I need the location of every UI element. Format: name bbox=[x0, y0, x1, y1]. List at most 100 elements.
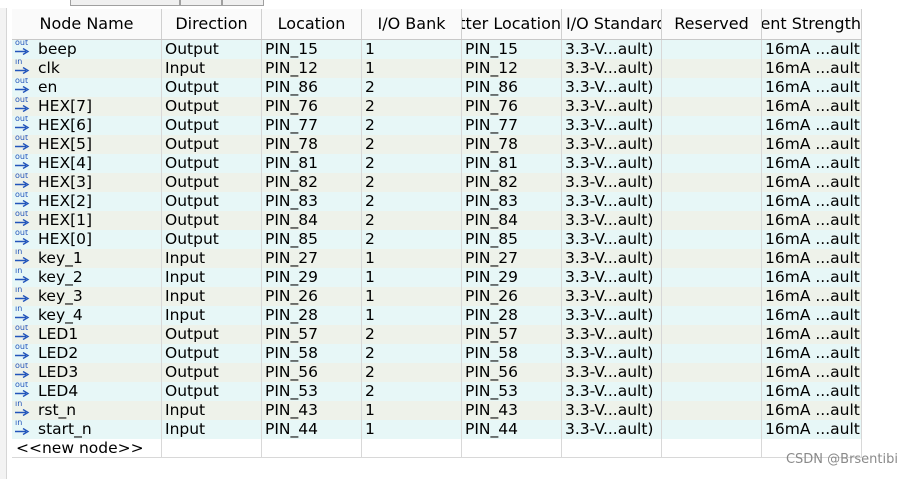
cell-reserved[interactable] bbox=[662, 154, 762, 173]
cell-reserved[interactable] bbox=[662, 135, 762, 154]
cell-direction[interactable]: Input bbox=[162, 249, 262, 268]
new-node-cell[interactable] bbox=[362, 439, 462, 458]
cell-node-name[interactable]: out LED4 bbox=[12, 382, 162, 401]
cell-fitter-location[interactable]: PIN_29 bbox=[462, 268, 562, 287]
cell-fitter-location[interactable]: PIN_44 bbox=[462, 420, 562, 439]
cell-io-bank[interactable]: 2 bbox=[362, 382, 462, 401]
cell-current-strength[interactable]: 16mA ...ault) bbox=[762, 344, 862, 363]
cell-io-standard[interactable]: 3.3-V...ault) bbox=[562, 116, 662, 135]
cell-current-strength[interactable]: 16mA ...ault) bbox=[762, 401, 862, 420]
table-row[interactable]: out beep Output PIN_15 1 PIN_15 3.3-V...ault) 1… bbox=[12, 40, 862, 59]
cell-reserved[interactable] bbox=[662, 116, 762, 135]
cell-io-standard[interactable]: 3.3-V...ault) bbox=[562, 59, 662, 78]
cell-location[interactable]: PIN_28 bbox=[262, 306, 362, 325]
cell-reserved[interactable] bbox=[662, 173, 762, 192]
table-row[interactable]: out LED1 Output PIN_57 2 PIN_57 3.3-V...ault) 1… bbox=[12, 325, 862, 344]
cell-current-strength[interactable]: 16mA ...ault) bbox=[762, 363, 862, 382]
top-tab[interactable] bbox=[222, 0, 264, 6]
cell-node-name[interactable]: out HEX[6] bbox=[12, 116, 162, 135]
cell-reserved[interactable] bbox=[662, 40, 762, 59]
cell-reserved[interactable] bbox=[662, 306, 762, 325]
cell-io-bank[interactable]: 2 bbox=[362, 154, 462, 173]
header-location[interactable]: Location bbox=[262, 9, 362, 39]
cell-fitter-location[interactable]: PIN_26 bbox=[462, 287, 562, 306]
cell-io-standard[interactable]: 3.3-V...ault) bbox=[562, 211, 662, 230]
cell-direction[interactable]: Output bbox=[162, 344, 262, 363]
cell-current-strength[interactable]: 16mA ...ault) bbox=[762, 192, 862, 211]
header-current-strength[interactable]: Current Strength bbox=[762, 9, 862, 39]
cell-io-bank[interactable]: 2 bbox=[362, 173, 462, 192]
cell-fitter-location[interactable]: PIN_78 bbox=[462, 135, 562, 154]
cell-current-strength[interactable]: 16mA ...ault) bbox=[762, 287, 862, 306]
cell-reserved[interactable] bbox=[662, 230, 762, 249]
table-row[interactable]: in key_2 Input PIN_29 1 PIN_29 3.3-V...ault) 16… bbox=[12, 268, 862, 287]
cell-direction[interactable]: Output bbox=[162, 382, 262, 401]
cell-location[interactable]: PIN_82 bbox=[262, 173, 362, 192]
top-tab[interactable] bbox=[180, 0, 222, 6]
table-row[interactable]: out HEX[5] Output PIN_78 2 PIN_78 3.3-V...ault… bbox=[12, 135, 862, 154]
cell-node-name[interactable]: out beep bbox=[12, 40, 162, 59]
table-row[interactable]: out LED4 Output PIN_53 2 PIN_53 3.3-V...ault) 1… bbox=[12, 382, 862, 401]
cell-io-bank[interactable]: 1 bbox=[362, 401, 462, 420]
cell-current-strength[interactable]: 16mA ...ault) bbox=[762, 325, 862, 344]
cell-node-name[interactable]: out en bbox=[12, 78, 162, 97]
cell-fitter-location[interactable]: PIN_12 bbox=[462, 59, 562, 78]
cell-node-name[interactable]: in rst_n bbox=[12, 401, 162, 420]
cell-current-strength[interactable]: 16mA ...ault) bbox=[762, 306, 862, 325]
cell-direction[interactable]: Output bbox=[162, 97, 262, 116]
cell-node-name[interactable]: in key_4 bbox=[12, 306, 162, 325]
cell-fitter-location[interactable]: PIN_86 bbox=[462, 78, 562, 97]
cell-location[interactable]: PIN_43 bbox=[262, 401, 362, 420]
cell-fitter-location[interactable]: PIN_43 bbox=[462, 401, 562, 420]
top-tab[interactable] bbox=[70, 0, 180, 6]
cell-io-standard[interactable]: 3.3-V...ault) bbox=[562, 40, 662, 59]
cell-location[interactable]: PIN_78 bbox=[262, 135, 362, 154]
cell-direction[interactable]: Output bbox=[162, 325, 262, 344]
cell-io-bank[interactable]: 1 bbox=[362, 420, 462, 439]
table-row[interactable]: out HEX[6] Output PIN_77 2 PIN_77 3.3-V...ault… bbox=[12, 116, 862, 135]
cell-fitter-location[interactable]: PIN_81 bbox=[462, 154, 562, 173]
cell-node-name[interactable]: out HEX[1] bbox=[12, 211, 162, 230]
cell-io-standard[interactable]: 3.3-V...ault) bbox=[562, 97, 662, 116]
cell-direction[interactable]: Input bbox=[162, 401, 262, 420]
cell-io-bank[interactable]: 1 bbox=[362, 268, 462, 287]
cell-node-name[interactable]: out HEX[7] bbox=[12, 97, 162, 116]
table-row[interactable]: out HEX[7] Output PIN_76 2 PIN_76 3.3-V...ault… bbox=[12, 97, 862, 116]
cell-reserved[interactable] bbox=[662, 211, 762, 230]
cell-reserved[interactable] bbox=[662, 287, 762, 306]
cell-fitter-location[interactable]: PIN_28 bbox=[462, 306, 562, 325]
cell-io-standard[interactable]: 3.3-V...ault) bbox=[562, 135, 662, 154]
cell-current-strength[interactable]: 16mA ...ault) bbox=[762, 211, 862, 230]
cell-location[interactable]: PIN_77 bbox=[262, 116, 362, 135]
cell-io-standard[interactable]: 3.3-V...ault) bbox=[562, 249, 662, 268]
new-node-cell[interactable] bbox=[262, 439, 362, 458]
cell-node-name[interactable]: in clk bbox=[12, 59, 162, 78]
table-row[interactable]: out HEX[1] Output PIN_84 2 PIN_84 3.3-V...ault… bbox=[12, 211, 862, 230]
cell-location[interactable]: PIN_12 bbox=[262, 59, 362, 78]
cell-io-standard[interactable]: 3.3-V...ault) bbox=[562, 344, 662, 363]
cell-io-bank[interactable]: 2 bbox=[362, 78, 462, 97]
cell-fitter-location[interactable]: PIN_27 bbox=[462, 249, 562, 268]
cell-fitter-location[interactable]: PIN_58 bbox=[462, 344, 562, 363]
table-row[interactable]: in rst_n Input PIN_43 1 PIN_43 3.3-V...ault) 16… bbox=[12, 401, 862, 420]
cell-location[interactable]: PIN_29 bbox=[262, 268, 362, 287]
cell-direction[interactable]: Output bbox=[162, 116, 262, 135]
table-row[interactable]: in key_4 Input PIN_28 1 PIN_28 3.3-V...ault) 16… bbox=[12, 306, 862, 325]
cell-direction[interactable]: Output bbox=[162, 78, 262, 97]
new-node-cell[interactable] bbox=[562, 439, 662, 458]
new-node-cell[interactable] bbox=[462, 439, 562, 458]
table-row[interactable]: in key_1 Input PIN_27 1 PIN_27 3.3-V...ault) 16… bbox=[12, 249, 862, 268]
cell-io-standard[interactable]: 3.3-V...ault) bbox=[562, 306, 662, 325]
table-row[interactable]: out en Output PIN_86 2 PIN_86 3.3-V...ault) 16m… bbox=[12, 78, 862, 97]
cell-reserved[interactable] bbox=[662, 382, 762, 401]
new-node-label[interactable]: <<new node>> bbox=[16, 439, 144, 457]
cell-reserved[interactable] bbox=[662, 401, 762, 420]
cell-location[interactable]: PIN_15 bbox=[262, 40, 362, 59]
cell-current-strength[interactable]: 16mA ...ault) bbox=[762, 59, 862, 78]
new-node-row[interactable]: <<new node>> bbox=[12, 439, 862, 458]
cell-location[interactable]: PIN_44 bbox=[262, 420, 362, 439]
cell-node-name[interactable]: out LED1 bbox=[12, 325, 162, 344]
cell-fitter-location[interactable]: PIN_56 bbox=[462, 363, 562, 382]
cell-io-standard[interactable]: 3.3-V...ault) bbox=[562, 78, 662, 97]
cell-fitter-location[interactable]: PIN_53 bbox=[462, 382, 562, 401]
